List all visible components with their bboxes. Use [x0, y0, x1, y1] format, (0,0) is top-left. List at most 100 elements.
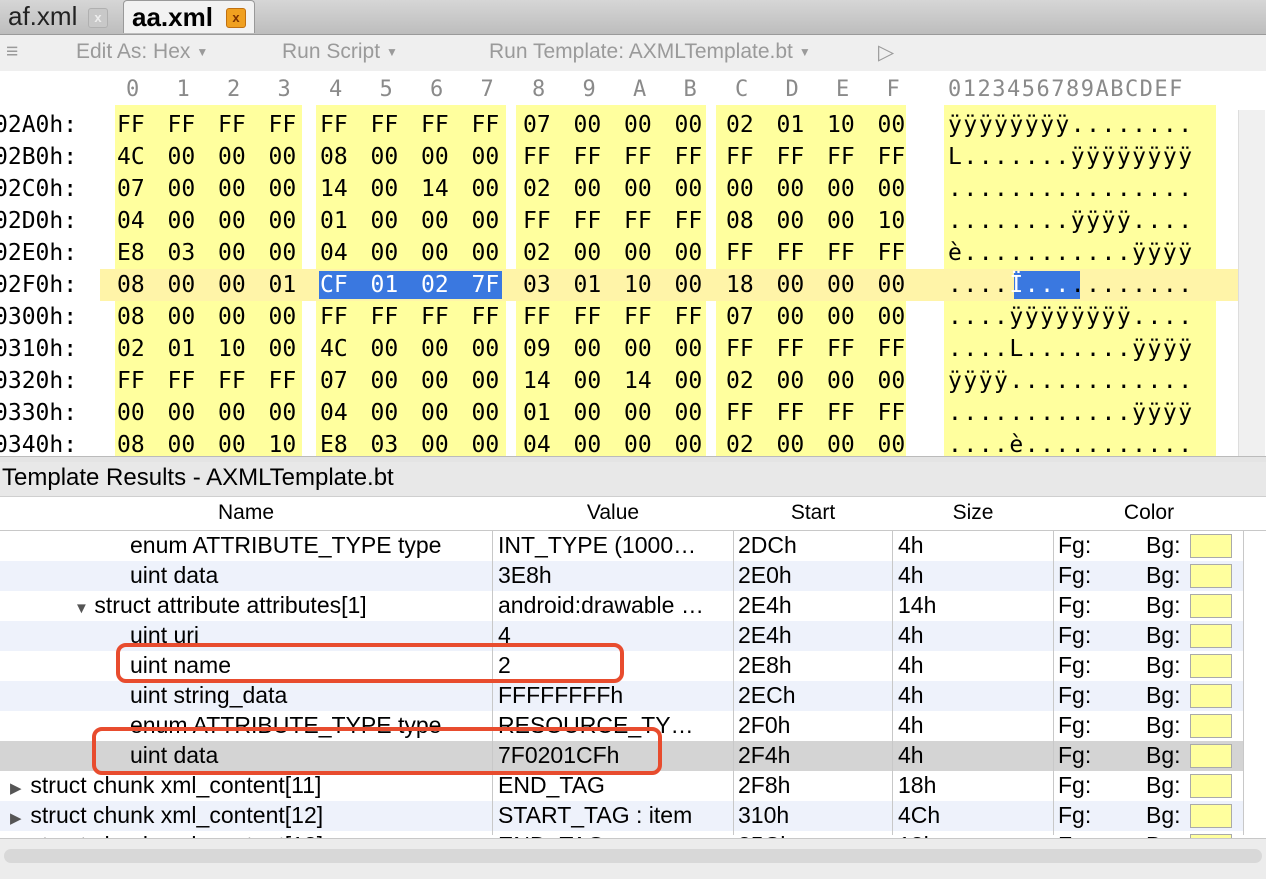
hex-byte[interactable]: 08: [117, 432, 145, 457]
table-row[interactable]: enum ATTRIBUTE_TYPE type INT_TYPE (1000… 2…: [0, 531, 1244, 562]
bg-color-swatch[interactable]: [1190, 624, 1232, 648]
ascii-text[interactable]: ....Ï...........: [948, 272, 1194, 298]
ascii-text[interactable]: ................: [948, 176, 1194, 202]
hex-byte[interactable]: 00: [117, 400, 145, 426]
hex-row[interactable]: 0330h: 00 00 00 00 04 00 00 00 01 00 00 00 FF FF FF FF..…: [0, 397, 1238, 429]
ascii-text[interactable]: ÿÿÿÿ............: [948, 368, 1194, 394]
tab-aa-xml[interactable]: aa.xml x: [123, 0, 255, 33]
hex-byte[interactable]: 04: [523, 432, 551, 457]
hex-byte[interactable]: FF: [421, 112, 449, 138]
hex-byte[interactable]: 02: [117, 336, 145, 362]
ascii-text[interactable]: ....L.......ÿÿÿÿ: [948, 336, 1194, 362]
hex-byte[interactable]: 00: [371, 336, 399, 362]
hex-byte[interactable]: FF: [624, 144, 652, 170]
hex-byte[interactable]: 00: [218, 400, 246, 426]
run-script-dropdown[interactable]: Run Script ▼: [282, 40, 398, 64]
hex-byte[interactable]: 08: [726, 208, 754, 234]
bg-color-swatch[interactable]: [1190, 714, 1232, 738]
hex-byte[interactable]: 00: [421, 144, 449, 170]
hex-byte[interactable]: FF: [777, 240, 805, 266]
hex-byte[interactable]: FF: [574, 208, 602, 234]
hex-byte[interactable]: 02: [523, 176, 551, 202]
hex-byte[interactable]: 00: [878, 368, 906, 394]
hex-byte[interactable]: 02: [726, 112, 754, 138]
hex-byte[interactable]: FF: [523, 144, 551, 170]
hex-byte[interactable]: FF: [472, 304, 500, 330]
hex-row[interactable]: 02C0h: 07 00 00 00 14 00 14 00 02 00 00 00 00 00 00 00..…: [0, 173, 1238, 205]
hex-byte[interactable]: 00: [472, 208, 500, 234]
hex-byte[interactable]: FF: [726, 400, 754, 426]
table-row[interactable]: ▼ struct attribute attributes[1] android:…: [0, 591, 1244, 622]
hex-byte[interactable]: FF: [523, 304, 551, 330]
hex-byte[interactable]: 00: [421, 240, 449, 266]
hex-byte[interactable]: 10: [827, 112, 855, 138]
table-row[interactable]: uint string_data FFFFFFFFh 2ECh 4h Fg: Bg:: [0, 681, 1244, 712]
column-header-name[interactable]: Name: [0, 501, 492, 525]
close-icon[interactable]: x: [88, 8, 108, 28]
hex-byte[interactable]: 01: [168, 336, 196, 362]
bg-color-swatch[interactable]: [1190, 684, 1232, 708]
ascii-text[interactable]: ........ÿÿÿÿ....: [948, 208, 1194, 234]
hex-byte[interactable]: 00: [574, 336, 602, 362]
hex-byte[interactable]: 00: [218, 240, 246, 266]
hex-byte[interactable]: 00: [218, 432, 246, 457]
hex-byte[interactable]: 00: [269, 144, 297, 170]
scrollbar-thumb[interactable]: [4, 849, 1262, 863]
hex-byte[interactable]: 00: [777, 368, 805, 394]
hex-byte[interactable]: 7F: [472, 272, 500, 298]
hex-byte[interactable]: FF: [827, 144, 855, 170]
hex-byte[interactable]: 03: [168, 240, 196, 266]
hex-byte[interactable]: 10: [624, 272, 652, 298]
hex-byte[interactable]: 00: [421, 432, 449, 457]
hex-byte[interactable]: 00: [269, 176, 297, 202]
hex-byte[interactable]: 00: [726, 176, 754, 202]
hex-byte[interactable]: 08: [117, 304, 145, 330]
hex-byte[interactable]: 00: [472, 240, 500, 266]
hex-byte[interactable]: FF: [218, 112, 246, 138]
hex-byte[interactable]: 00: [168, 176, 196, 202]
hex-byte[interactable]: 00: [827, 304, 855, 330]
hex-byte[interactable]: 07: [726, 304, 754, 330]
hex-row[interactable]: 0300h: 08 00 00 00 FF FF FF FF FF FF FF FF 07 00 00 00..…: [0, 301, 1238, 333]
hex-byte[interactable]: 00: [269, 240, 297, 266]
hex-byte[interactable]: 00: [371, 400, 399, 426]
hex-byte[interactable]: 00: [574, 176, 602, 202]
ascii-text[interactable]: L.......ÿÿÿÿÿÿÿÿ: [948, 144, 1194, 170]
hex-byte[interactable]: 00: [371, 208, 399, 234]
hex-byte[interactable]: 00: [878, 272, 906, 298]
hex-byte[interactable]: 00: [675, 240, 703, 266]
hex-byte[interactable]: 00: [168, 272, 196, 298]
hex-byte[interactable]: 07: [117, 176, 145, 202]
tab-af-xml[interactable]: af.xml x: [0, 0, 118, 33]
run-template-dropdown[interactable]: Run Template: AXMLTemplate.bt ▼: [489, 40, 811, 64]
hex-byte[interactable]: 00: [371, 144, 399, 170]
hex-byte[interactable]: 10: [269, 432, 297, 457]
hex-byte[interactable]: 00: [472, 176, 500, 202]
hex-byte[interactable]: 14: [624, 368, 652, 394]
hex-byte[interactable]: 00: [827, 208, 855, 234]
hex-byte[interactable]: 00: [371, 368, 399, 394]
hex-byte[interactable]: 02: [421, 272, 449, 298]
hex-byte[interactable]: 00: [472, 144, 500, 170]
hex-byte[interactable]: 00: [624, 336, 652, 362]
hex-byte[interactable]: 00: [878, 432, 906, 457]
hex-row[interactable]: 0320h: FF FF FF FF 07 00 00 00 14 00 14 00 02 00 00 00 ÿÿ…: [0, 365, 1238, 397]
hex-byte[interactable]: 01: [320, 208, 348, 234]
hex-byte[interactable]: 00: [421, 208, 449, 234]
hex-byte[interactable]: 00: [421, 368, 449, 394]
hex-byte[interactable]: 00: [218, 304, 246, 330]
hex-byte[interactable]: 08: [320, 144, 348, 170]
hex-byte[interactable]: FF: [827, 400, 855, 426]
hex-row[interactable]: 02B0h: 4C 00 00 00 08 00 00 00 FF FF FF FF FF FF FF FF L.…: [0, 141, 1238, 173]
hex-byte[interactable]: 00: [675, 112, 703, 138]
column-header-start[interactable]: Start: [734, 501, 892, 525]
hex-byte[interactable]: 00: [472, 368, 500, 394]
hex-byte[interactable]: 01: [523, 400, 551, 426]
hex-byte[interactable]: 04: [320, 240, 348, 266]
hex-byte[interactable]: FF: [472, 112, 500, 138]
hex-byte[interactable]: 00: [168, 432, 196, 457]
hex-editor[interactable]: 0123456789ABCDEF 0123456789ABCDEF 02A0h:…: [0, 71, 1266, 457]
hex-byte[interactable]: 00: [218, 272, 246, 298]
bg-color-swatch[interactable]: [1190, 744, 1232, 768]
hex-byte[interactable]: 00: [624, 176, 652, 202]
